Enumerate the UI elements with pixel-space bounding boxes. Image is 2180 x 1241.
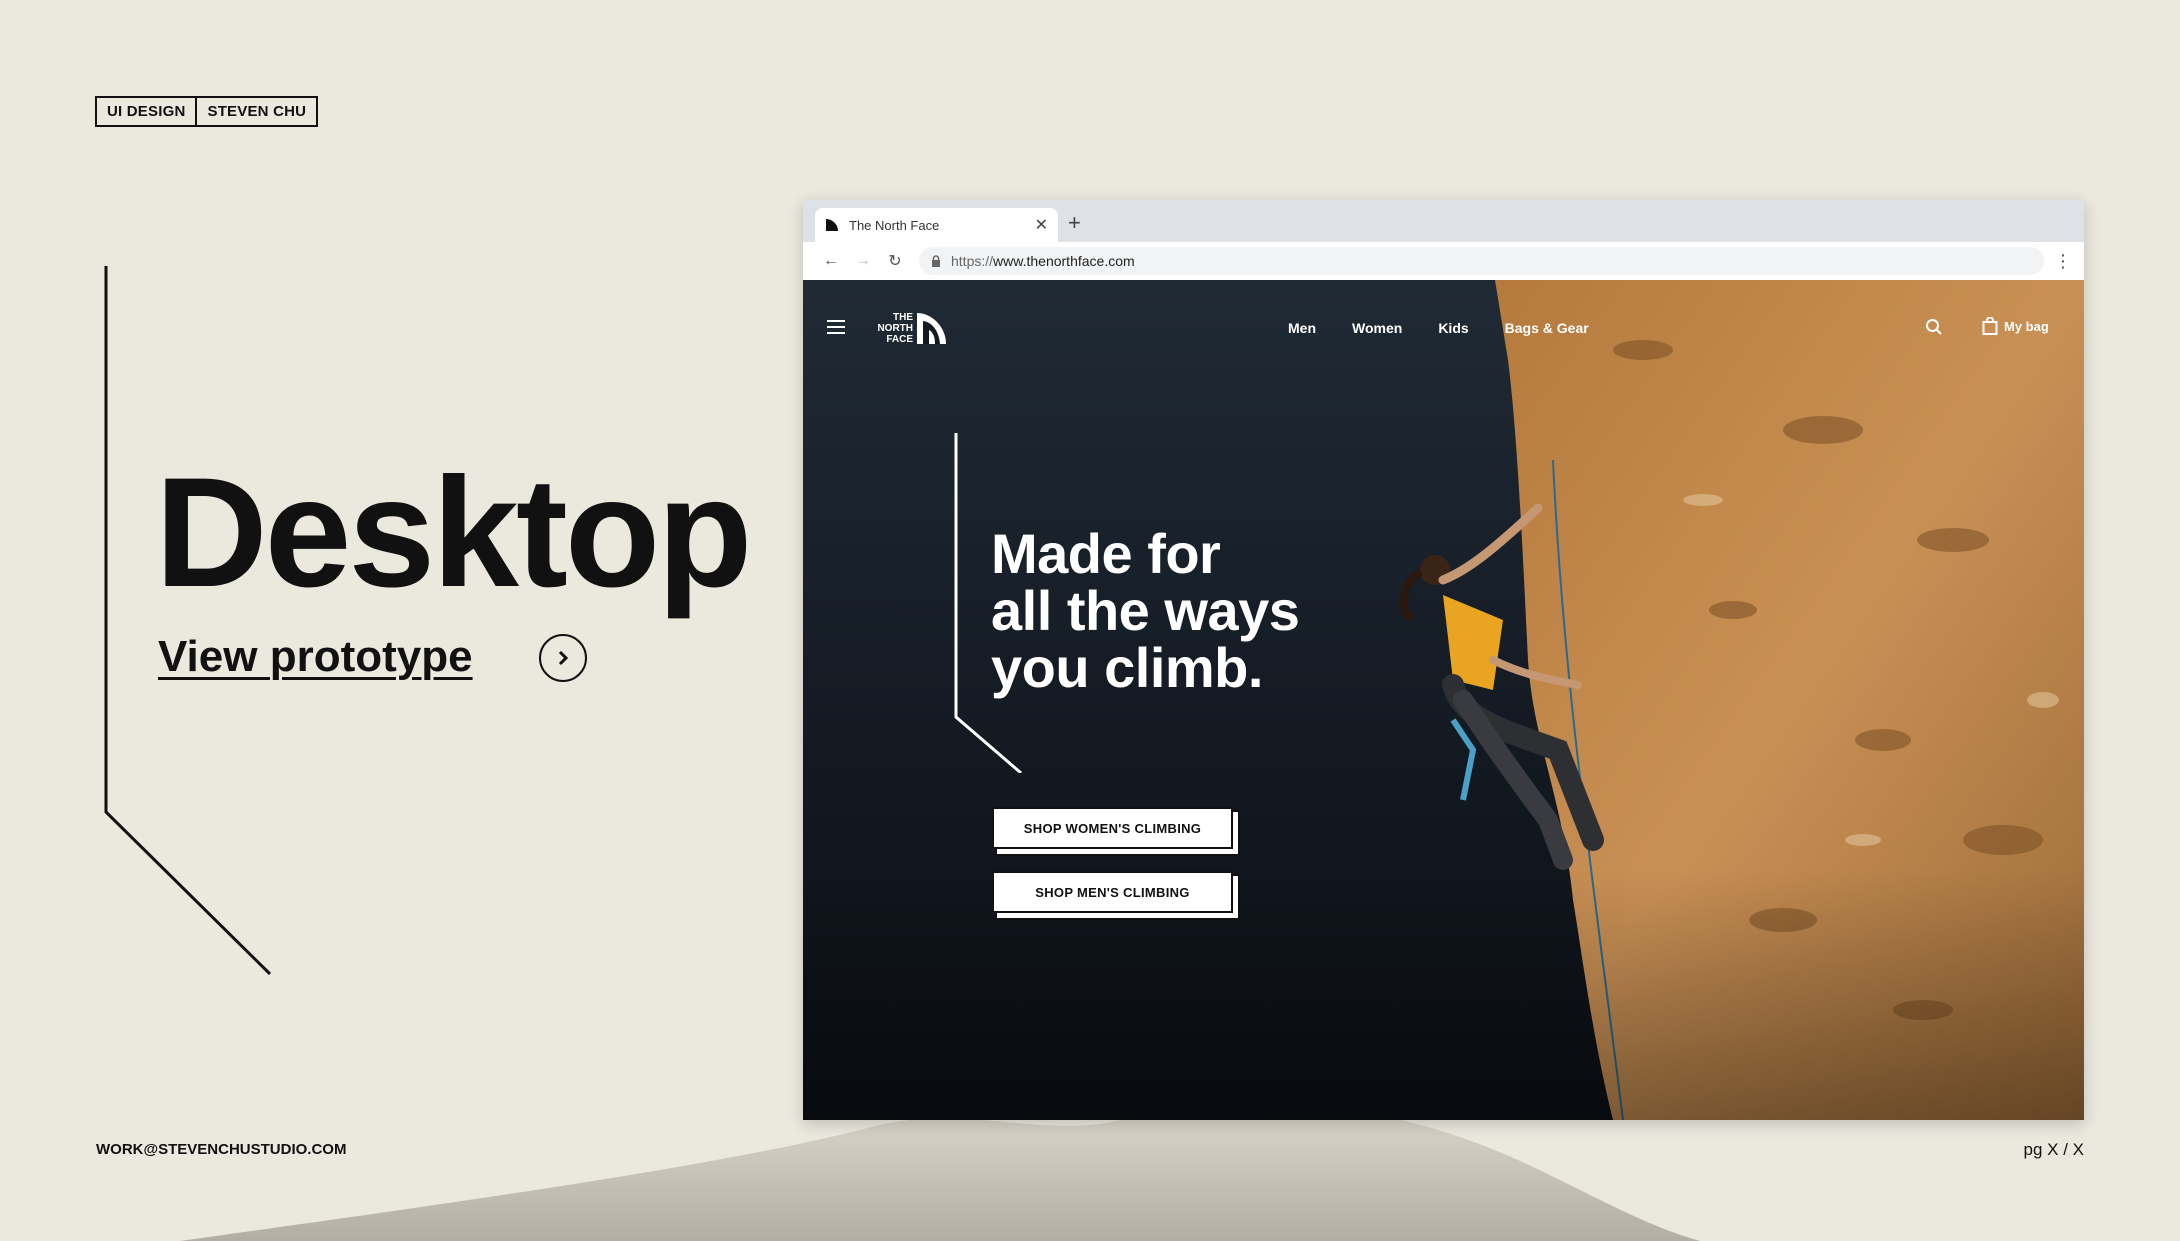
svg-text:THE: THE [893,312,913,323]
hero-title: Made for all the ways you climb. [991,525,1411,696]
tag-author: STEVEN CHU [195,98,316,125]
close-icon[interactable]: ✕ [1035,215,1048,235]
lock-icon [932,255,940,267]
nav-kids[interactable]: Kids [1438,320,1468,336]
site-header: THE NORTH FACE Men Women Kids Bags & Gea… [803,280,2084,380]
nav-men[interactable]: Men [1288,320,1316,336]
search-icon[interactable] [1925,318,1943,336]
url-host: www.thenorthface.com [993,253,1135,269]
tag-ui-design: UI DESIGN [107,103,186,120]
shop-mens-climbing-button[interactable]: SHOP MEN'S CLIMBING [992,871,1233,913]
footer-email[interactable]: WORK@STEVENCHUSTUDIO.COM [96,1141,346,1158]
page-title: Desktop [155,446,752,620]
address-bar[interactable]: https://www.thenorthface.com [919,247,2044,275]
page-number: pg X / X [2023,1140,2084,1159]
browser-tab[interactable]: The North Face ✕ [815,208,1058,242]
browser-toolbar: ← → ↻ https://www.thenorthface.com ⋮ [803,242,2084,280]
bag-icon [1982,317,1998,335]
view-prototype-button[interactable] [539,634,587,682]
kebab-menu-icon[interactable]: ⋮ [2054,251,2072,272]
nav-bags-gear[interactable]: Bags & Gear [1505,320,1589,336]
shop-womens-climbing-button[interactable]: SHOP WOMEN'S CLIMBING [992,807,1233,849]
hero-title-line: all the ways [991,579,1300,642]
browser-window: The North Face ✕ + ← → ↻ https://www.the… [803,200,2084,1120]
nav-women[interactable]: Women [1352,320,1402,336]
chevron-right-icon [558,650,569,666]
forward-arrow-icon[interactable]: → [847,252,879,270]
view-prototype-link[interactable]: View prototype [158,632,473,682]
main-nav: Men Women Kids Bags & Gear [1288,320,1625,336]
tab-title: The North Face [849,217,940,233]
north-face-favicon [826,219,838,231]
hero-title-line: Made for [991,522,1221,585]
my-bag-label: My bag [2004,318,2049,334]
svg-text:FACE: FACE [886,334,913,345]
north-face-logo[interactable]: THE NORTH FACE [876,311,948,345]
tag-group: UI DESIGN STEVEN CHU [95,96,319,127]
hero-title-line: you climb. [991,636,1263,699]
svg-text:NORTH: NORTH [877,323,913,334]
website-viewport: THE NORTH FACE Men Women Kids Bags & Gea… [803,280,2084,1120]
reload-icon[interactable]: ↻ [879,251,911,271]
decorative-bracket [104,266,272,976]
hamburger-icon[interactable] [827,320,845,334]
plus-icon[interactable]: + [1068,210,1081,236]
url-scheme: https:// [951,253,994,269]
tab-strip: The North Face ✕ + [803,200,2084,242]
back-arrow-icon[interactable]: ← [815,252,847,270]
my-bag-button[interactable]: My bag [1982,317,2049,335]
